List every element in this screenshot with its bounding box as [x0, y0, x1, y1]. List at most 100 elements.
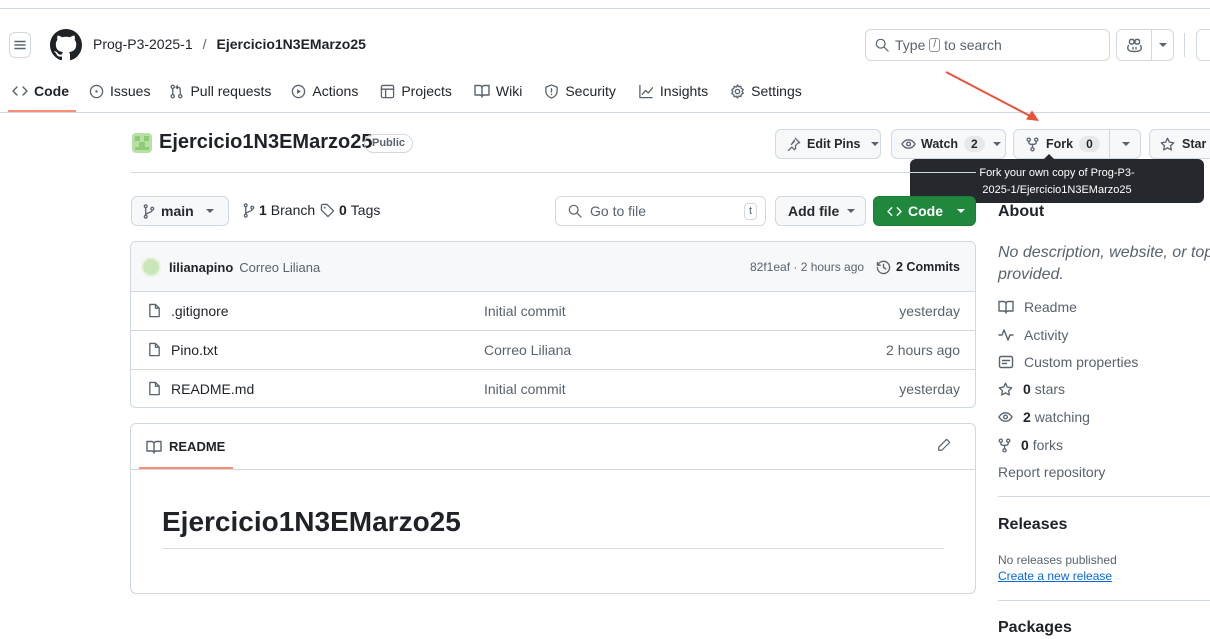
issue-icon: [89, 84, 104, 98]
fork-count: 0: [1079, 136, 1100, 152]
star-icon: [998, 382, 1013, 396]
file-icon: [149, 381, 160, 396]
tab-label: Security: [565, 83, 616, 99]
file-commit-message[interactable]: Correo Liliana: [484, 342, 571, 358]
create-button[interactable]: [1196, 29, 1210, 61]
tab-actions[interactable]: Actions: [291, 83, 358, 99]
book-icon: [474, 84, 490, 98]
github-mark-icon: [50, 29, 82, 61]
repo-title[interactable]: Ejercicio1N3EMarzo25: [159, 131, 372, 154]
breadcrumb-owner[interactable]: Prog-P3-2025-1: [93, 36, 193, 52]
tag-icon: [320, 203, 335, 217]
commit-author[interactable]: lilianapino: [169, 260, 233, 275]
watching-label: watching: [1034, 409, 1090, 425]
chevron-down-icon: [957, 209, 965, 213]
top-border: [0, 8, 1210, 9]
readme-box: README Ejercicio1N3EMarzo25: [130, 423, 976, 594]
about-description: No description, website, or top provided…: [998, 242, 1210, 286]
star-label: Star: [1182, 137, 1207, 151]
stars-link[interactable]: 0 stars: [998, 381, 1065, 397]
breadcrumb: Prog-P3-2025-1 / Ejercicio1N3EMarzo25: [93, 36, 366, 52]
star-icon: [1160, 137, 1175, 151]
code-label: Code: [908, 203, 943, 219]
about-title: About: [998, 203, 1045, 220]
tab-insights[interactable]: Insights: [638, 83, 708, 99]
star-button[interactable]: Star: [1149, 129, 1210, 159]
code-button[interactable]: Code: [873, 196, 976, 226]
tab-pull-requests[interactable]: Pull requests: [169, 83, 271, 99]
menu-icon: [14, 40, 26, 50]
add-file-button[interactable]: Add file: [775, 196, 866, 226]
edit-pins-button[interactable]: Edit Pins: [775, 129, 881, 159]
github-logo[interactable]: [50, 29, 82, 61]
hamburger-button[interactable]: [9, 32, 31, 58]
file-time: 2 hours ago: [886, 341, 960, 358]
file-icon: [149, 342, 160, 357]
watching-link[interactable]: 2 watching: [998, 409, 1090, 425]
custom-properties-label: Custom properties: [1024, 354, 1139, 370]
file-icon: [149, 303, 160, 318]
graph-icon: [639, 84, 654, 98]
tab-code[interactable]: Code: [12, 83, 69, 99]
note-icon: [998, 355, 1014, 369]
commit-meta[interactable]: 82f1eaf · 2 hours ago: [750, 260, 864, 274]
file-name[interactable]: Pino.txt: [171, 342, 218, 358]
pull-request-icon: [170, 84, 183, 98]
tab-label: Code: [34, 83, 69, 99]
commits-count: 2 Commits: [896, 260, 960, 274]
readme-tab[interactable]: README: [146, 439, 225, 454]
readme-link[interactable]: Readme: [998, 299, 1077, 315]
file-commit-message[interactable]: Initial commit: [484, 381, 566, 397]
copilot-button[interactable]: [1116, 29, 1174, 61]
file-name[interactable]: README.md: [171, 381, 254, 397]
tab-projects[interactable]: Projects: [380, 83, 452, 99]
commits-link[interactable]: 2 Commits: [876, 260, 960, 275]
branch-label: Branch: [270, 202, 316, 218]
readme-link-label: Readme: [1024, 299, 1077, 315]
eye-icon: [998, 412, 1013, 422]
branch-select[interactable]: main: [131, 196, 229, 226]
edit-readme-button[interactable]: [937, 438, 951, 452]
breadcrumb-repo[interactable]: Ejercicio1N3EMarzo25: [217, 36, 366, 52]
stars-label: stars: [1034, 381, 1066, 397]
packages-title[interactable]: Packages: [998, 619, 1072, 637]
forks-count: 0: [1021, 437, 1029, 453]
create-release-link[interactable]: Create a new release: [998, 569, 1112, 583]
tab-security[interactable]: Security: [544, 83, 616, 99]
watch-button[interactable]: Watch 2: [891, 129, 1006, 159]
fork-icon: [1026, 136, 1039, 152]
commit-message[interactable]: Correo Liliana: [239, 260, 320, 275]
tab-label: Insights: [659, 83, 709, 99]
branches-link[interactable]: 1 Branch: [243, 202, 315, 218]
chevron-down-icon: [992, 142, 1001, 146]
releases-title[interactable]: Releases: [998, 516, 1067, 534]
stars-count: 0: [1023, 381, 1031, 397]
file-name[interactable]: .gitignore: [171, 303, 229, 319]
add-file-label: Add file: [788, 203, 840, 219]
no-releases-text: No releases published: [998, 553, 1117, 567]
pencil-icon: [938, 438, 951, 451]
forks-link[interactable]: 0 forks: [998, 437, 1063, 453]
file-row[interactable]: .gitignore Initial commit yesterday: [131, 291, 975, 329]
file-commit-message[interactable]: Initial commit: [484, 303, 566, 319]
forks-label: forks: [1032, 437, 1064, 453]
custom-properties-link[interactable]: Custom properties: [998, 354, 1138, 370]
report-repository-link[interactable]: Report repository: [998, 464, 1105, 480]
chevron-down-icon: [1158, 43, 1167, 47]
tag-label: Tags: [350, 202, 381, 218]
tab-label: Projects: [401, 83, 452, 99]
file-row[interactable]: Pino.txt Correo Liliana 2 hours ago: [131, 330, 975, 368]
about-description-line-1: No description, website, or top: [998, 244, 1210, 261]
tab-issues[interactable]: Issues: [89, 83, 150, 99]
shield-icon: [545, 83, 559, 99]
fork-button[interactable]: Fork 0: [1013, 129, 1141, 159]
tab-wiki[interactable]: Wiki: [474, 83, 522, 99]
activity-link[interactable]: Activity: [998, 327, 1068, 343]
tab-settings[interactable]: Settings: [730, 83, 802, 99]
tags-link[interactable]: 0 Tags: [320, 202, 380, 218]
search-input[interactable]: Type / to search: [865, 29, 1110, 61]
about-description-line-2: provided.: [998, 266, 1064, 283]
chevron-down-icon: [1122, 142, 1130, 146]
go-to-file-input[interactable]: Go to file t: [555, 196, 766, 226]
file-row[interactable]: README.md Initial commit yesterday: [131, 369, 975, 407]
